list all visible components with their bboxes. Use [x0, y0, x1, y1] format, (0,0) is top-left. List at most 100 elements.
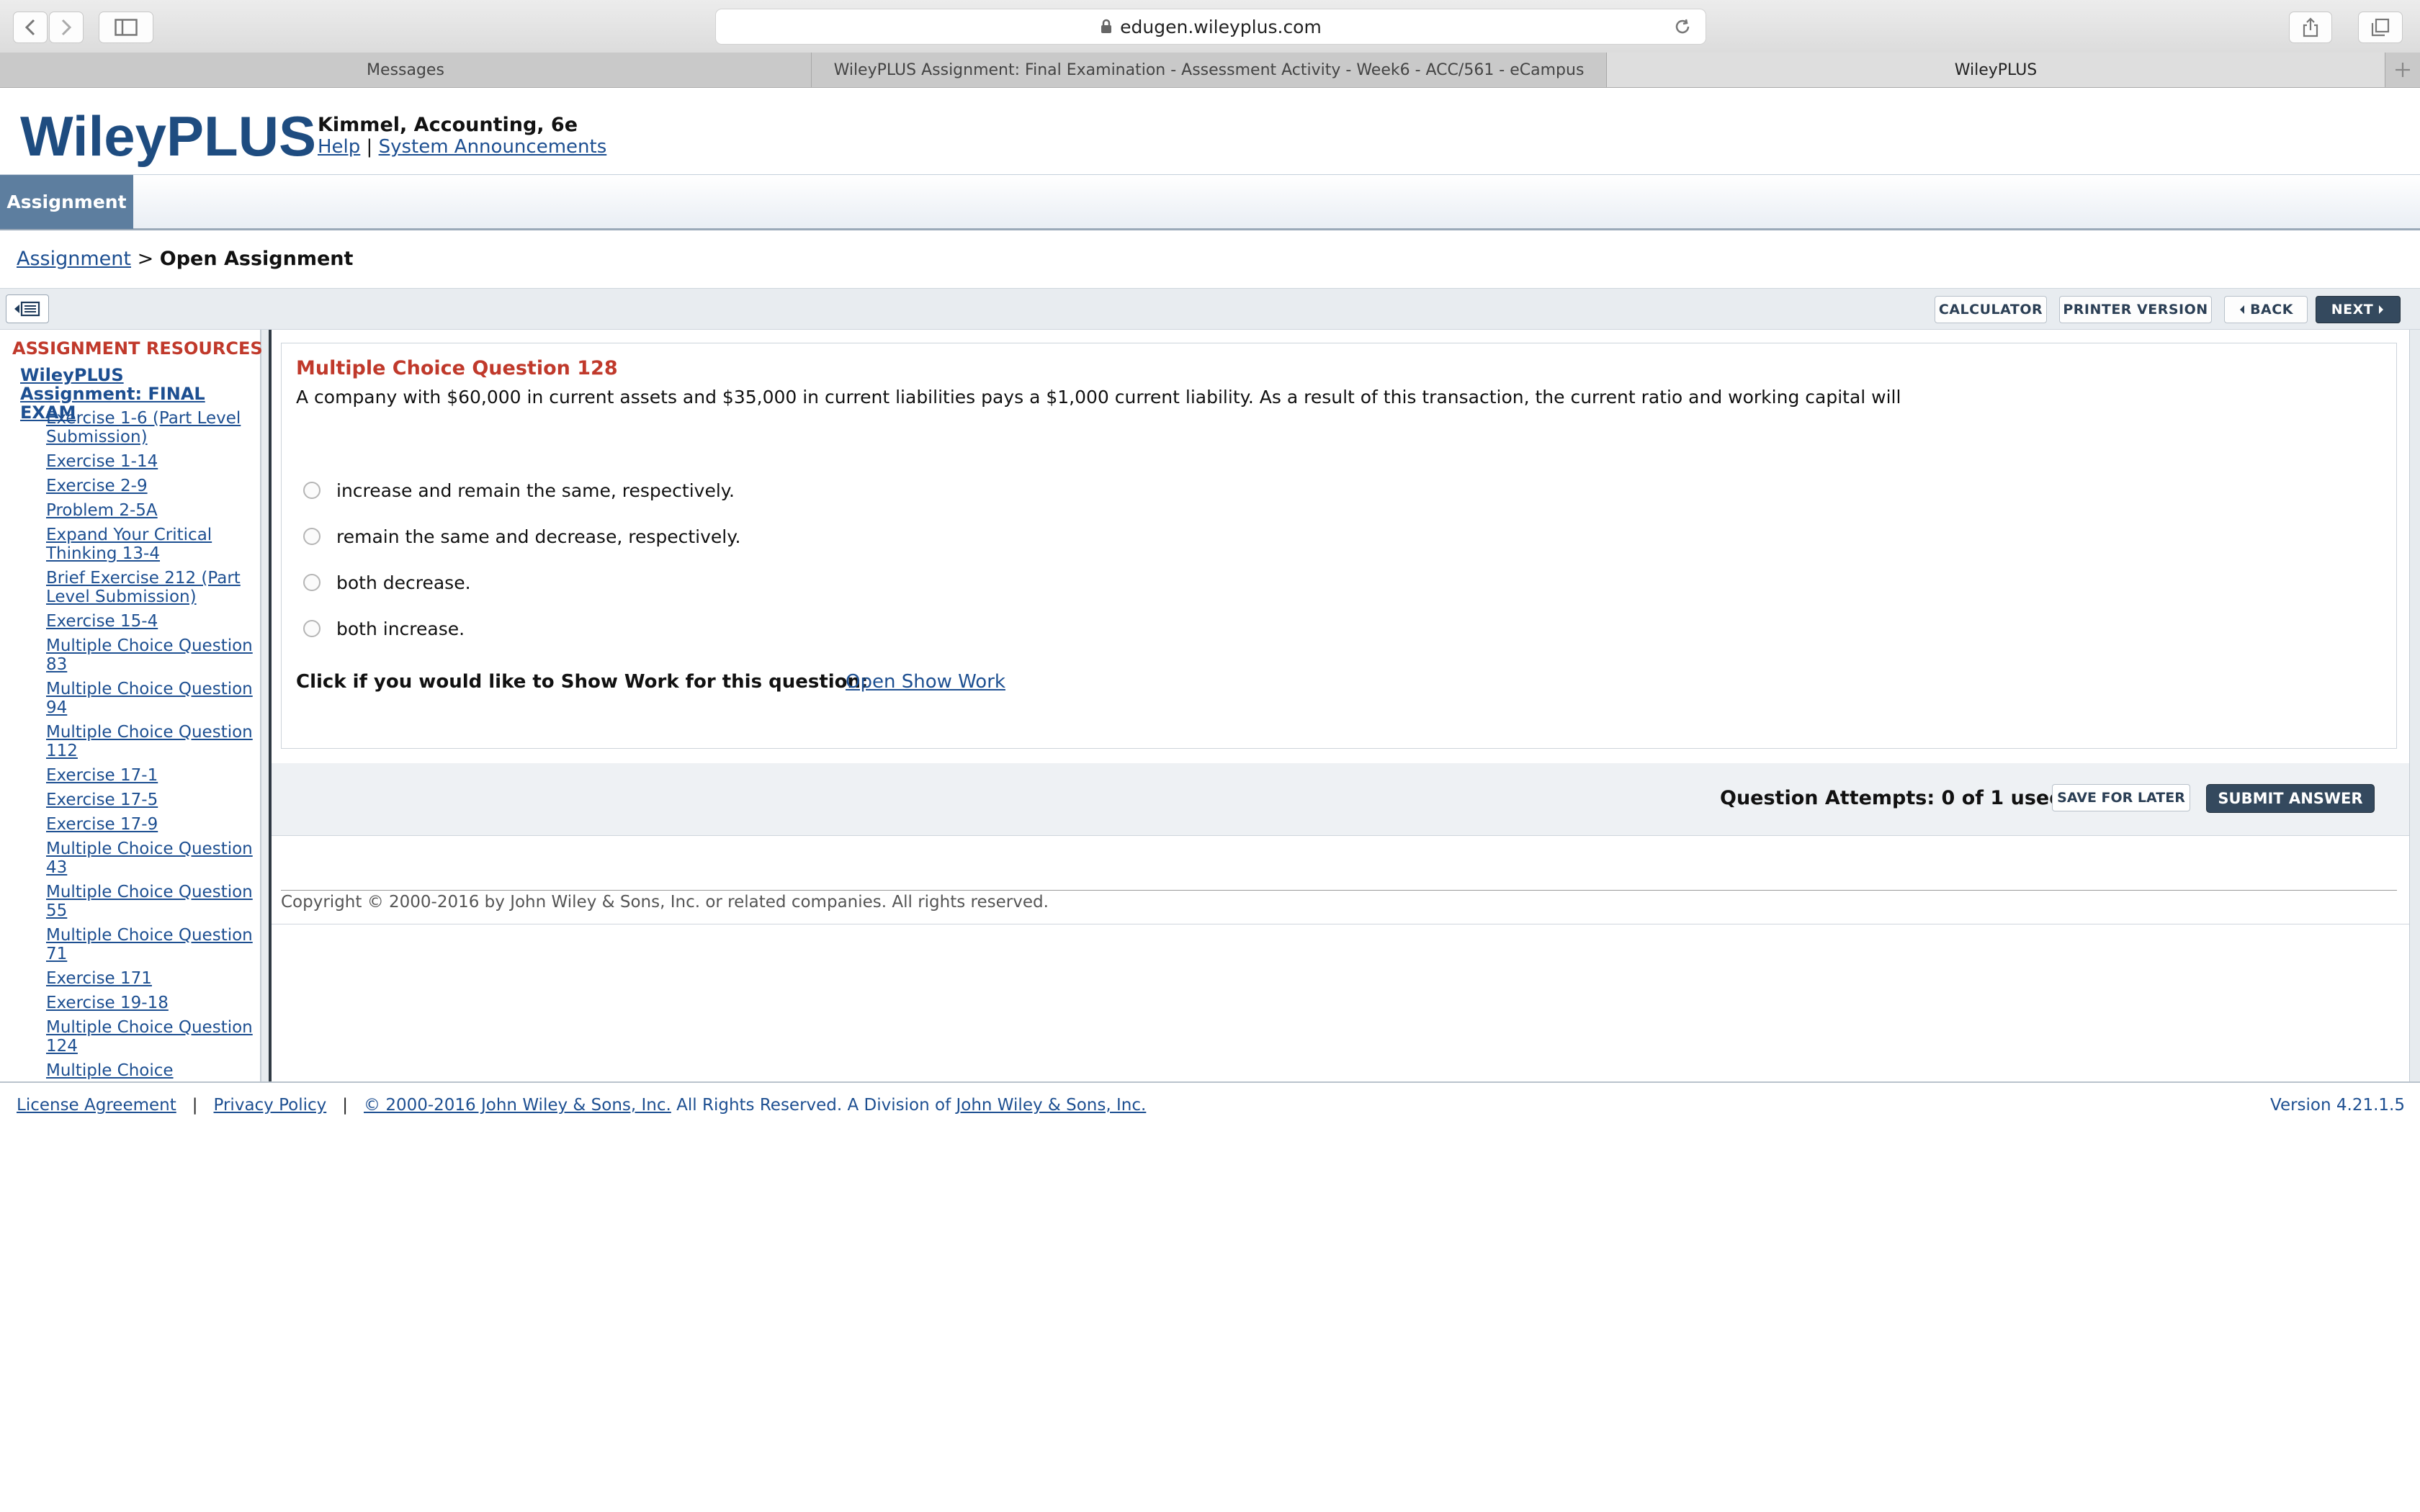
option-label: increase and remain the same, respective…	[336, 480, 735, 501]
resource-link[interactable]: Exercise 1-6 (Part Level Submission)	[46, 409, 241, 446]
resource-link[interactable]: Multiple Choice Question 112	[46, 723, 253, 760]
browser-tab[interactable]: WileyPLUS Assignment: Final Examination …	[812, 53, 1607, 87]
next-label: NEXT	[2331, 302, 2374, 318]
radio-button[interactable]	[303, 482, 321, 499]
resource-link[interactable]: Multiple Choice Question 124	[46, 1018, 253, 1056]
list-item: Problem 2-5A	[46, 501, 255, 520]
assignment-toolbar: CALCULATOR PRINTER VERSION BACK NEXT	[0, 288, 2420, 330]
wiley-link[interactable]: John Wiley & Sons, Inc.	[956, 1096, 1146, 1115]
system-announcements-link[interactable]: System Announcements	[379, 136, 607, 158]
list-item: Brief Exercise 212 (Part Level Submissio…	[46, 569, 255, 606]
breadcrumb: Assignment > Open Assignment	[17, 248, 353, 270]
list-item: Exercise 17-9	[46, 815, 255, 834]
share-button[interactable]	[2289, 12, 2332, 43]
resource-link[interactable]: Multiple Choice Question 71	[46, 926, 253, 963]
list-item: Exercise 17-5	[46, 791, 255, 809]
save-for-later-button[interactable]: SAVE FOR LATER	[2052, 784, 2190, 811]
resource-link[interactable]: Multiple Choice	[46, 1061, 174, 1080]
resource-link[interactable]: Exercise 2-9	[46, 477, 148, 495]
radio-button[interactable]	[303, 528, 321, 545]
browser-toolbar: edugen.wileyplus.com	[0, 0, 2420, 53]
resource-list: Exercise 1-6 (Part Level Submission) Exe…	[46, 409, 255, 1086]
tabs-icon	[2371, 18, 2390, 37]
privacy-policy-link[interactable]: Privacy Policy	[214, 1096, 327, 1115]
list-item: Multiple Choice Question 94	[46, 680, 255, 717]
list-item: Multiple Choice Question 43	[46, 840, 255, 877]
divider	[281, 890, 2397, 891]
footer-links: License Agreement | Privacy Policy | © 2000-…	[17, 1096, 1146, 1115]
tab-label: WileyPLUS Assignment: Final Examination …	[833, 60, 1585, 79]
collapse-sidebar-button[interactable]	[6, 294, 49, 323]
next-button[interactable]: NEXT	[2316, 296, 2401, 323]
printer-version-button[interactable]: PRINTER VERSION	[2059, 296, 2212, 323]
new-tab-button[interactable]	[2385, 53, 2420, 87]
help-link[interactable]: Help	[318, 136, 360, 158]
header-links: Help | System Announcements	[318, 136, 606, 158]
browser-forward-button[interactable]	[49, 12, 84, 43]
submit-answer-button[interactable]: SUBMIT ANSWER	[2206, 784, 2375, 813]
resource-link[interactable]: Multiple Choice Question 43	[46, 840, 253, 877]
browser-back-button[interactable]	[13, 12, 48, 43]
radio-button[interactable]	[303, 574, 321, 591]
resource-link[interactable]: Exercise 1-14	[46, 452, 158, 471]
answer-option[interactable]: both decrease.	[303, 570, 471, 595]
address-bar[interactable]: edugen.wileyplus.com	[715, 9, 1706, 45]
question-text: A company with $60,000 in current assets…	[296, 387, 1901, 408]
browser-tab-active[interactable]: WileyPLUS	[1607, 53, 2385, 87]
copyright-link[interactable]: © 2000-2016 John Wiley & Sons, Inc.	[364, 1096, 671, 1115]
breadcrumb-assignment-link[interactable]: Assignment	[17, 248, 131, 270]
list-item: Exercise 19-18	[46, 994, 255, 1012]
chevron-left-icon	[24, 19, 35, 36]
resource-link[interactable]: Exercise 17-9	[46, 815, 158, 834]
content-copyright: Copyright © 2000-2016 by John Wiley & So…	[281, 893, 1049, 912]
answer-option[interactable]: remain the same and decrease, respective…	[303, 523, 740, 549]
rights-text: All Rights Reserved. A Division of	[671, 1096, 956, 1115]
course-title: Kimmel, Accounting, 6e	[318, 114, 578, 136]
resource-link[interactable]: Multiple Choice Question 55	[46, 883, 253, 920]
resource-link[interactable]: Exercise 15-4	[46, 612, 158, 631]
list-item: Exercise 2-9	[46, 477, 255, 495]
calculator-button[interactable]: CALCULATOR	[1935, 296, 2047, 323]
answer-option[interactable]: both increase.	[303, 616, 465, 642]
show-work-prompt: Click if you would like to Show Work for…	[296, 671, 869, 693]
plus-icon	[2396, 63, 2410, 77]
resource-link[interactable]: Multiple Choice Question 94	[46, 680, 253, 717]
main-nav: Assignment	[0, 174, 2420, 230]
resource-link[interactable]: Problem 2-5A	[46, 501, 158, 520]
back-label: BACK	[2250, 302, 2293, 318]
resource-link[interactable]: Exercise 171	[46, 969, 152, 988]
sidebar-toggle-button[interactable]	[99, 12, 153, 43]
sidebar-icon	[115, 19, 138, 36]
list-item: Multiple Choice	[46, 1061, 255, 1080]
resource-link[interactable]: Exercise 19-18	[46, 994, 169, 1012]
browser-tab[interactable]: Messages	[0, 53, 812, 87]
list-item: Exercise 1-6 (Part Level Submission)	[46, 409, 255, 446]
browser-tab-bar: Messages WileyPLUS Assignment: Final Exa…	[0, 53, 2420, 88]
option-label: remain the same and decrease, respective…	[336, 526, 741, 547]
list-item: Multiple Choice Question 124	[46, 1018, 255, 1056]
resource-link[interactable]: Exercise 17-5	[46, 791, 158, 809]
tab-assignment[interactable]: Assignment	[0, 175, 133, 229]
tabs-overview-button[interactable]	[2358, 12, 2403, 43]
lock-icon	[1101, 19, 1112, 33]
wileyplus-logo[interactable]: WileyPLUS	[20, 108, 316, 164]
footer-separator: |	[192, 1096, 198, 1115]
answer-option[interactable]: increase and remain the same, respective…	[303, 477, 735, 503]
license-agreement-link[interactable]: License Agreement	[17, 1096, 176, 1115]
resource-link[interactable]: Multiple Choice Question 83	[46, 636, 253, 674]
content-scrollbar[interactable]	[2409, 330, 2420, 1081]
question-attempts: Question Attempts: 0 of 1 used	[1720, 787, 2063, 809]
option-label: both increase.	[336, 618, 465, 639]
list-item: Multiple Choice Question 55	[46, 883, 255, 920]
radio-button[interactable]	[303, 620, 321, 637]
list-item: Multiple Choice Question 112	[46, 723, 255, 760]
footer-separator: |	[342, 1096, 349, 1115]
link-separator: |	[366, 136, 373, 158]
back-button[interactable]: BACK	[2224, 296, 2308, 323]
option-label: both decrease.	[336, 572, 471, 593]
reload-icon[interactable]	[1674, 18, 1691, 35]
resource-link[interactable]: Brief Exercise 212 (Part Level Submissio…	[46, 569, 241, 606]
open-show-work-link[interactable]: Open Show Work	[846, 671, 1005, 693]
resource-link[interactable]: Expand Your Critical Thinking 13-4	[46, 526, 212, 563]
resource-link[interactable]: Exercise 17-1	[46, 766, 158, 785]
